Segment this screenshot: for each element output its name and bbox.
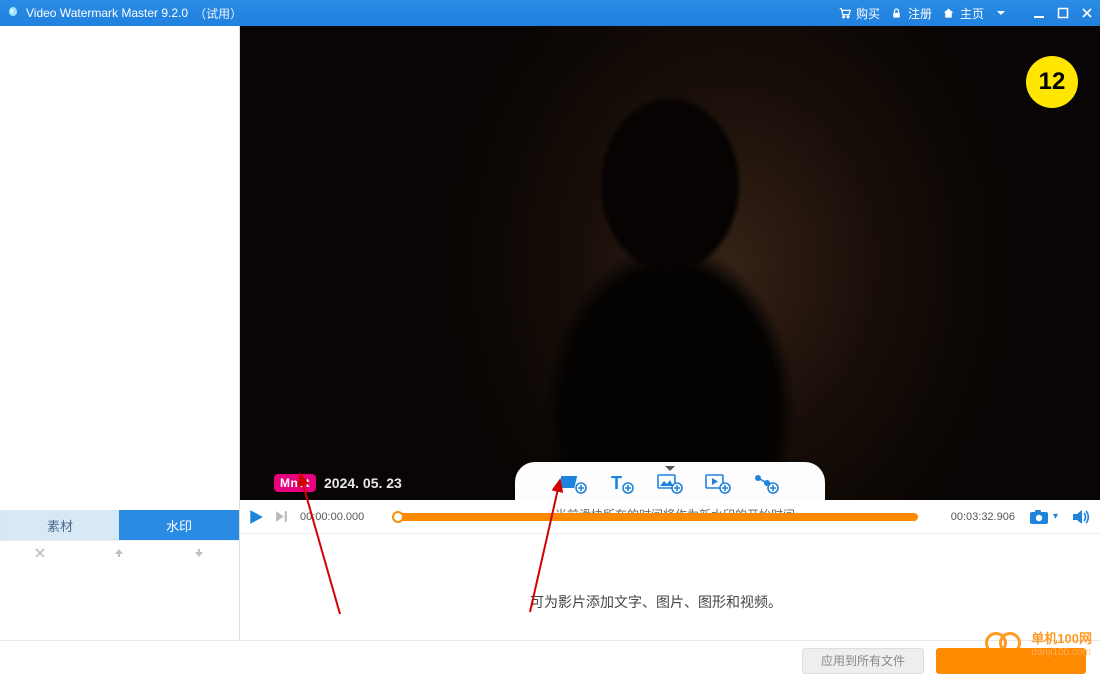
next-frame-button[interactable] xyxy=(274,508,292,526)
main-area: 素材 水印 12 xyxy=(0,26,1100,640)
description-area: 可为影片添加文字、图片、图形和视频。 xyxy=(240,534,1100,640)
current-time: 00:00:00.000 xyxy=(300,511,384,523)
svg-text:T: T xyxy=(611,473,622,493)
play-button[interactable] xyxy=(248,508,266,526)
description-text: 可为影片添加文字、图片、图形和视频。 xyxy=(530,592,782,612)
watermark-toolbar: T xyxy=(515,462,825,500)
home-button[interactable]: 主页 xyxy=(942,5,984,22)
tab-watermark[interactable]: 水印 xyxy=(119,510,239,540)
title-actions: 购买 注册 主页 xyxy=(838,5,1094,22)
app-title-suffix: （试用） xyxy=(194,5,242,22)
content: 12 Mnet 2024. 05. 23 T xyxy=(240,26,1100,640)
sidebar-bottom xyxy=(0,570,239,640)
volume-button[interactable] xyxy=(1072,508,1092,526)
snapshot-dropdown-icon[interactable]: ▾ xyxy=(1053,511,1058,522)
delete-item-button[interactable] xyxy=(30,546,50,565)
home-icon xyxy=(942,6,956,20)
menu-dropdown-button[interactable] xyxy=(994,6,1008,20)
move-up-button[interactable] xyxy=(109,546,129,565)
chevron-down-icon xyxy=(994,6,1008,20)
register-label: 注册 xyxy=(908,5,932,22)
add-image-button[interactable] xyxy=(656,472,684,496)
broadcast-date: 2024. 05. 23 xyxy=(324,475,402,491)
channel-name: Mnet xyxy=(280,476,310,490)
apply-all-label: 应用到所有文件 xyxy=(821,654,905,668)
close-button[interactable] xyxy=(1080,6,1094,20)
app-logo-icon xyxy=(6,6,20,20)
timeline-slider[interactable] xyxy=(398,514,917,520)
lock-icon xyxy=(890,6,904,20)
site-watermark-url: danji100.com xyxy=(1031,647,1092,658)
snapshot-button[interactable] xyxy=(1029,508,1049,526)
minimize-button[interactable] xyxy=(1032,6,1046,20)
maximize-button[interactable] xyxy=(1056,6,1070,20)
home-label: 主页 xyxy=(960,5,984,22)
site-watermark-name: 单机100网 xyxy=(1031,628,1092,647)
add-video-button[interactable] xyxy=(704,472,732,496)
add-shape-button[interactable] xyxy=(752,472,780,496)
title-bar: Video Watermark Master 9.2.0 （试用） 购买 注册 … xyxy=(0,0,1100,26)
tab-material[interactable]: 素材 xyxy=(0,510,119,540)
sidebar: 素材 水印 xyxy=(0,26,240,640)
broadcast-tag: Mnet 2024. 05. 23 xyxy=(274,474,402,492)
cart-icon xyxy=(838,6,852,20)
timeline-knob[interactable] xyxy=(392,511,404,523)
app-title: Video Watermark Master 9.2.0 xyxy=(26,6,188,20)
tab-watermark-label: 水印 xyxy=(166,516,192,535)
move-down-button[interactable] xyxy=(189,546,209,565)
sidebar-controls xyxy=(0,540,239,570)
bottom-bar: 应用到所有文件 xyxy=(0,640,1100,680)
apply-all-button[interactable]: 应用到所有文件 xyxy=(802,648,924,674)
tab-material-label: 素材 xyxy=(47,516,73,535)
site-watermark-rings-icon xyxy=(985,630,1025,656)
video-subject-silhouette xyxy=(510,76,830,496)
buy-label: 购买 xyxy=(856,5,880,22)
channel-logo: Mnet xyxy=(274,474,316,492)
rating-value: 12 xyxy=(1039,68,1066,96)
total-time: 00:03:32.906 xyxy=(931,511,1015,523)
add-rectangle-button[interactable] xyxy=(560,472,588,496)
sidebar-tabs: 素材 水印 xyxy=(0,510,239,540)
register-button[interactable]: 注册 xyxy=(890,5,932,22)
rating-badge: 12 xyxy=(1026,56,1078,108)
add-text-button[interactable]: T xyxy=(608,472,636,496)
sidebar-content xyxy=(0,26,239,510)
video-preview[interactable]: 12 Mnet 2024. 05. 23 T xyxy=(240,26,1100,500)
window-controls xyxy=(1032,6,1094,20)
buy-button[interactable]: 购买 xyxy=(838,5,880,22)
site-watermark: 单机100网 danji100.com xyxy=(985,628,1092,658)
